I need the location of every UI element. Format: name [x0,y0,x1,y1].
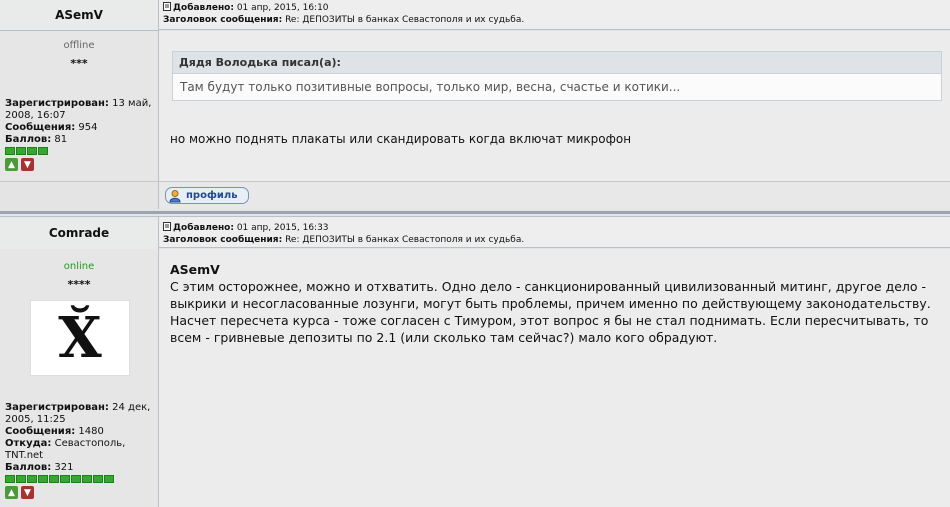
thumbs-up-icon[interactable]: ▲ [5,158,18,171]
user-info-1: offline *** Зарегистрирован: 13 май, 200… [0,31,159,181]
subject-line: Заголовок сообщения: Re: ДЕПОЗИТЫ в банк… [163,234,946,246]
user-stats: Зарегистрирован: 24 дек, 2005, 11:25 Соо… [5,402,154,499]
rating-block [60,475,70,483]
quote-text: Там будут только позитивные вопросы, тол… [180,80,681,94]
rating-block [38,147,48,155]
document-icon [163,222,171,231]
location-label: Откуда: [5,438,52,449]
rank-stars: **** [67,278,91,291]
added-label: Добавлено: [173,223,234,233]
messages-label: Сообщения: [5,426,76,437]
rating-bar [5,147,154,155]
rating-block [71,475,81,483]
points-value: 81 [54,134,68,145]
registered-label: Зарегистрирован: [5,402,109,413]
added-date: 01 апр, 2015, 16:33 [236,223,329,233]
post-separator [0,211,950,214]
subject-label: Заголовок сообщения: [163,235,283,245]
added-label: Добавлено: [173,3,234,13]
rating-block [16,147,26,155]
rating-block [104,475,114,483]
points-line: Баллов: 321 [5,462,154,474]
post-header-1: Добавлено: 01 апр, 2015, 16:10 Заголовок… [159,0,950,30]
subject-text: Re: ДЕПОЗИТЫ в банках Севастополя и их с… [285,15,525,25]
added-line: Добавлено: 01 апр, 2015, 16:10 [163,2,946,14]
added-line: Добавлено: 01 апр, 2015, 16:33 [163,222,946,234]
subject-text: Re: ДЕПОЗИТЫ в банках Севастополя и их с… [285,235,525,245]
messages-count: 954 [78,122,98,133]
addressee: ASemV [170,262,220,277]
post-header-2: Добавлено: 01 апр, 2015, 16:33 Заголовок… [159,216,950,248]
author-name-2[interactable]: Comrade [0,216,159,250]
user-stats: Зарегистрирован: 13 май, 2008, 16:07 Соо… [5,98,154,171]
quote-author: Дядя Володька писал(а): [173,52,941,74]
points-line: Баллов: 81 [5,134,154,146]
post-footer-1 [159,181,950,209]
messages-count: 1480 [78,426,104,437]
registered-line: Зарегистрирован: 24 дек, 2005, 11:25 [5,402,154,426]
quote-block: Дядя Володька писал(а): Там будут только… [172,51,942,101]
user-footer-1 [0,181,159,209]
status-online: online [63,261,95,272]
messages-line: Сообщения: 954 [5,122,154,134]
author-name-text: ASemV [55,8,103,22]
subject-label: Заголовок сообщения: [163,15,283,25]
status-offline: offline [63,40,95,51]
rating-block [5,147,15,155]
messages-label: Сообщения: [5,122,76,133]
rating-block [93,475,103,483]
user-icon [169,189,181,202]
profile-button[interactable]: профиль [165,187,249,204]
rating-block [82,475,92,483]
messages-line: Сообщения: 1480 [5,426,154,438]
rating-buttons: ▲ ▼ [5,158,154,171]
rating-bar [5,475,154,483]
author-name-1[interactable]: ASemV [0,0,159,31]
post-text-1: но можно поднять плакаты или скандироват… [170,132,632,146]
user-info-2: online **** Зарегистрирован: 24 дек, 200… [0,249,159,507]
registered-label: Зарегистрирован: [5,98,109,109]
registered-line: Зарегистрирован: 13 май, 2008, 16:07 [5,98,154,122]
profile-label: профиль [186,190,238,201]
avatar: X̆ [30,300,130,376]
rating-block [49,475,59,483]
rating-block [38,475,48,483]
points-value: 321 [54,462,74,473]
rating-block [27,147,37,155]
added-date: 01 апр, 2015, 16:10 [236,3,329,13]
rating-buttons: ▲ ▼ [5,486,154,499]
rank-stars: *** [70,57,88,70]
location-line: Откуда: Севастополь, TNT.net [5,438,154,462]
author-name-text: Comrade [48,226,110,240]
rating-block [5,475,15,483]
paragraph: С этим осторожнее, можно и отхватить. Од… [170,279,931,311]
rating-block [16,475,26,483]
thumbs-down-icon[interactable]: ▼ [21,486,34,499]
paragraph: Насчет пересчета курса - тоже согласен с… [170,313,929,345]
avatar-glyph: X̆ [58,305,102,371]
rating-block [27,475,37,483]
subject-line: Заголовок сообщения: Re: ДЕПОЗИТЫ в банк… [163,14,946,26]
thumbs-up-icon[interactable]: ▲ [5,486,18,499]
points-label: Баллов: [5,134,52,145]
post-text-2: ASemV С этим осторожнее, можно и отхвати… [170,261,940,346]
thumbs-down-icon[interactable]: ▼ [21,158,34,171]
document-icon [163,2,171,11]
points-label: Баллов: [5,462,52,473]
